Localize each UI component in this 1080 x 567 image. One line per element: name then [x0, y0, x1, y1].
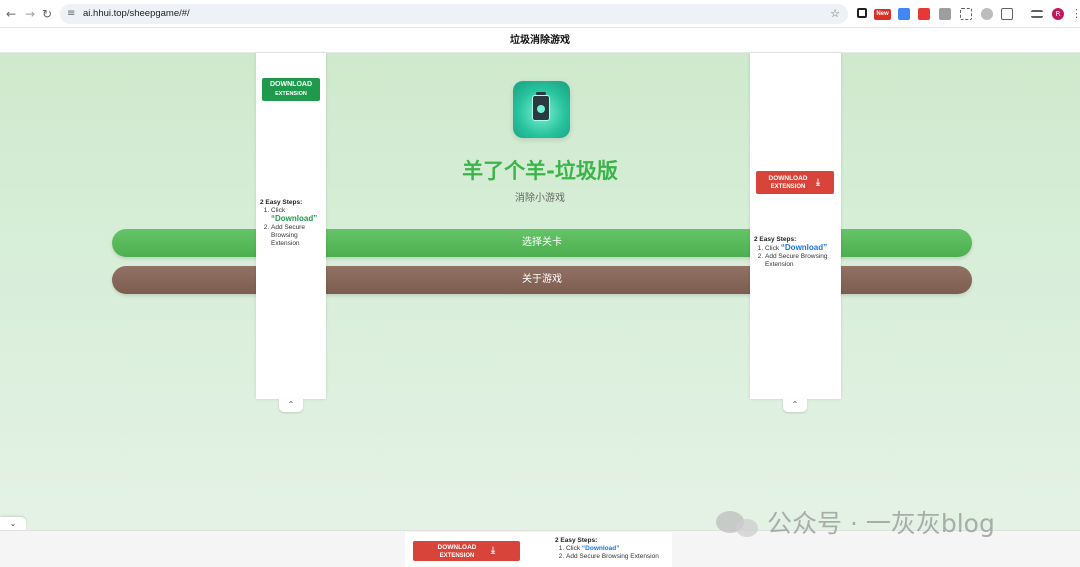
chevron-down-icon[interactable]: ⌄ [0, 517, 26, 530]
download-extension-button[interactable]: DOWNLOAD EXTENSION ⤓ [756, 171, 834, 194]
step-1: Click “Download” [566, 545, 671, 553]
download-label: DOWNLOAD [768, 175, 808, 182]
step-2: Add Secure Browsing Extension [566, 553, 671, 561]
steps-title: 2 Easy Steps: [555, 537, 598, 544]
steps-title: 2 Easy Steps: [260, 199, 303, 206]
reading-list-icon[interactable] [1031, 10, 1043, 18]
step-2: Add Secure Browsing Extension [765, 253, 840, 269]
ad-steps: 2 Easy Steps: Click “Download” Add Secur… [754, 236, 840, 269]
forward-arrow-icon[interactable]: → [21, 5, 39, 23]
extension-translate-icon[interactable] [898, 8, 910, 20]
step-1-highlight: “Download” [780, 243, 828, 252]
trash-bin-icon [513, 81, 570, 138]
extension-label: EXTENSION [439, 553, 475, 559]
step-2: Add Secure Browsing Extension [271, 224, 324, 248]
extension-globe-icon[interactable] [981, 8, 993, 20]
download-label: DOWNLOAD [437, 544, 477, 551]
star-icon[interactable]: ☆ [830, 6, 840, 22]
browser-toolbar: ← → ↻ ≡ ai.hhui.top/sheepgame/#/ ☆ New R… [0, 0, 1080, 28]
download-extension-button[interactable]: DOWNLOAD EXTENSION ⤓ [413, 541, 520, 561]
kebab-menu-icon[interactable]: ⋮ [1071, 6, 1080, 22]
address-bar[interactable]: ≡ ai.hhui.top/sheepgame/#/ ☆ [60, 4, 848, 24]
download-extension-button[interactable]: DOWNLOAD EXTENSION [262, 78, 320, 101]
reload-icon[interactable]: ↻ [38, 5, 56, 23]
extension-tool-icon[interactable] [939, 8, 951, 20]
ad-steps: 2 Easy Steps: Click “Download” Add Secur… [555, 537, 671, 561]
extension-scan-icon[interactable] [960, 8, 972, 20]
step-1-prefix: Click [566, 545, 581, 552]
extension-label: EXTENSION [275, 91, 307, 97]
chevron-up-icon[interactable]: ⌃ [279, 399, 303, 412]
chevron-up-icon[interactable]: ⌃ [783, 399, 807, 412]
extension-pdf-icon[interactable] [918, 8, 930, 20]
game-area: 羊了个羊-垃圾版 消除小游戏 选择关卡 关于游戏 [0, 53, 1080, 530]
watermark: 公众号 · 一灰灰blog [714, 505, 1054, 545]
page-title: 垃圾消除游戏 [510, 35, 570, 46]
step-1-prefix: Click [765, 245, 780, 252]
step-1: Click “Download” [271, 207, 324, 224]
tune-icon[interactable]: ≡ [67, 6, 75, 22]
step-1: Click “Download” [765, 244, 840, 253]
right-ad-panel: DOWNLOAD EXTENSION ⤓ 2 Easy Steps: Click… [750, 53, 841, 399]
extension-qr-icon[interactable] [857, 8, 867, 18]
download-icon: ⤓ [816, 177, 820, 187]
extension-label: EXTENSION [770, 184, 806, 190]
about-game-button[interactable]: 关于游戏 [112, 266, 972, 294]
step-1-prefix: Click [271, 207, 286, 214]
extension-new-badge[interactable]: New [874, 9, 891, 20]
back-arrow-icon[interactable]: ← [2, 5, 20, 23]
step-1-highlight: “Download” [271, 214, 318, 223]
step-1-highlight: “Download” [581, 545, 620, 552]
download-icon: ⤓ [491, 545, 495, 555]
game-title: 羊了个羊-垃圾版 [462, 159, 618, 183]
select-level-button[interactable]: 选择关卡 [112, 229, 972, 257]
url-text[interactable]: ai.hhui.top/sheepgame/#/ [83, 7, 190, 21]
watermark-text: 公众号 · 一灰灰blog [767, 509, 995, 538]
profile-avatar[interactable]: R [1052, 8, 1064, 20]
download-label: DOWNLOAD [270, 81, 312, 88]
extensions-puzzle-icon[interactable] [1001, 8, 1013, 20]
ad-steps: 2 Easy Steps: Click “Download” Add Secur… [260, 199, 324, 248]
bottom-ad-panel: DOWNLOAD EXTENSION ⤓ 2 Easy Steps: Click… [405, 532, 672, 567]
left-ad-panel: DOWNLOAD EXTENSION 2 Easy Steps: Click “… [256, 53, 326, 399]
page-header: 垃圾消除游戏 [0, 28, 1080, 53]
game-subtitle: 消除小游戏 [515, 193, 565, 204]
